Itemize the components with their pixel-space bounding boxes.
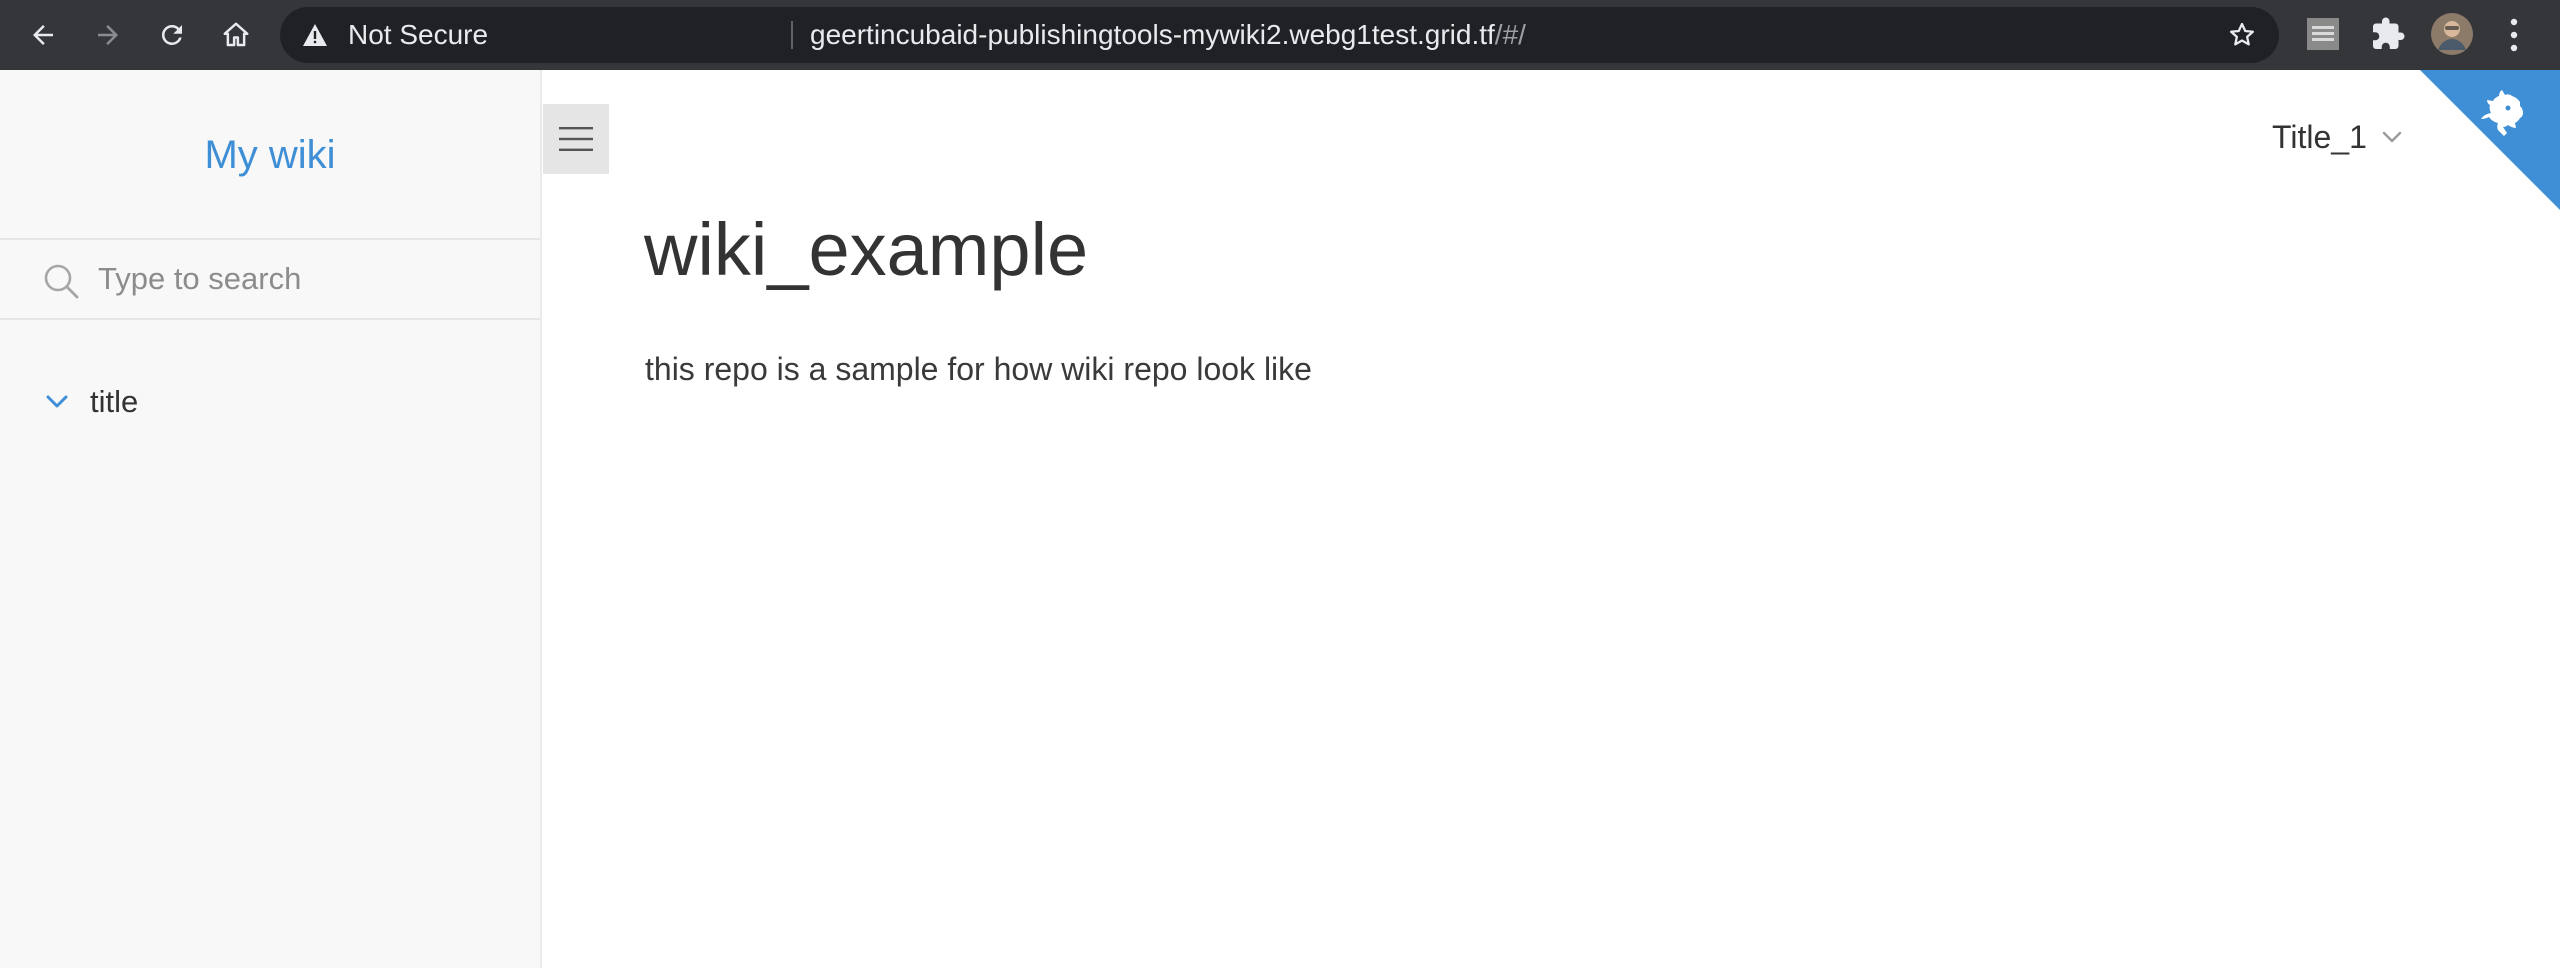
hamburger-menu-icon bbox=[559, 127, 593, 151]
kebab-menu-icon[interactable] bbox=[2503, 14, 2525, 56]
address-bar[interactable]: Not Secure geertincubaid-publishingtools… bbox=[280, 7, 2279, 63]
sidebar-toggle-button[interactable] bbox=[543, 104, 609, 174]
sidebar: My wiki title bbox=[0, 70, 542, 968]
home-icon bbox=[223, 22, 249, 47]
search-icon bbox=[44, 264, 79, 299]
url-text[interactable]: geertincubaid-publishingtools-mywiki2.we… bbox=[810, 7, 1526, 63]
nav-dropdown[interactable]: Title_1 bbox=[2272, 112, 2403, 162]
puzzle-extensions-icon[interactable] bbox=[2370, 16, 2406, 52]
extension-logo-icon[interactable] bbox=[2306, 17, 2340, 51]
forward-button[interactable] bbox=[86, 13, 130, 57]
content-paragraph: this repo is a sample for how wiki repo … bbox=[645, 351, 1312, 387]
home-button[interactable] bbox=[214, 13, 258, 57]
nav-dropdown-label[interactable]: Title_1 bbox=[2272, 119, 2367, 156]
search-box bbox=[0, 238, 540, 320]
arrow-left-icon bbox=[33, 25, 53, 45]
browser-toolbar: Not Secure geertincubaid-publishingtools… bbox=[0, 0, 2560, 70]
reload-button[interactable] bbox=[150, 13, 194, 57]
omnibox-divider bbox=[791, 21, 793, 49]
chevron-down-icon bbox=[2382, 131, 2402, 143]
arrow-right-icon bbox=[98, 25, 118, 45]
warning-icon bbox=[303, 24, 327, 46]
back-button[interactable] bbox=[21, 13, 65, 57]
sidebar-item-title[interactable]: title bbox=[44, 380, 138, 424]
search-input[interactable] bbox=[98, 240, 518, 318]
page-title: wiki_example bbox=[644, 208, 1089, 291]
profile-avatar[interactable] bbox=[2430, 12, 2474, 56]
url-host: geertincubaid-publishingtools-mywiki2.we… bbox=[810, 19, 1495, 50]
app-name-link[interactable]: My wiki bbox=[0, 130, 540, 180]
chevron-down-icon[interactable] bbox=[44, 389, 70, 415]
bookmark-star-icon[interactable] bbox=[2227, 20, 2257, 50]
reload-icon bbox=[161, 24, 182, 45]
security-label[interactable]: Not Secure bbox=[348, 7, 488, 63]
sidebar-item-label[interactable]: title bbox=[90, 384, 138, 420]
url-path: /#/ bbox=[1494, 19, 1526, 50]
github-corner-link[interactable] bbox=[2420, 70, 2560, 210]
